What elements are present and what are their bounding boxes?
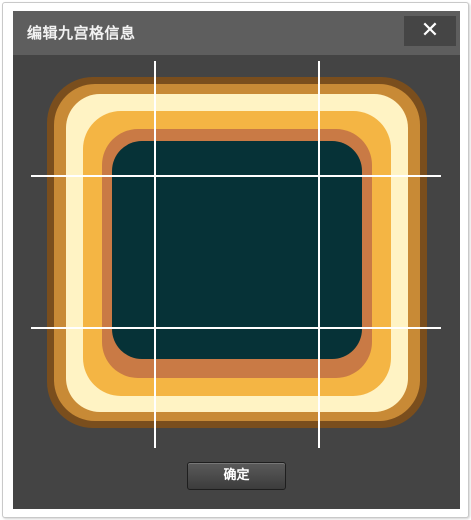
dialog-title: 编辑九宫格信息	[27, 24, 136, 42]
nine-slice-preview	[13, 55, 460, 455]
nine-slice-editor-dialog: 编辑九宫格信息 ✕ 确定	[13, 11, 460, 509]
panel-image	[47, 77, 427, 428]
dialog-titlebar: 编辑九宫格信息 ✕	[13, 11, 460, 55]
close-x-icon: ✕	[420, 18, 440, 43]
close-button[interactable]: ✕	[404, 16, 456, 46]
nine-slice-preview-svg	[31, 61, 441, 448]
confirm-button[interactable]: 确定	[187, 462, 286, 490]
panel-center	[112, 141, 362, 359]
window-frame: 编辑九宫格信息 ✕ 确定	[2, 2, 469, 518]
